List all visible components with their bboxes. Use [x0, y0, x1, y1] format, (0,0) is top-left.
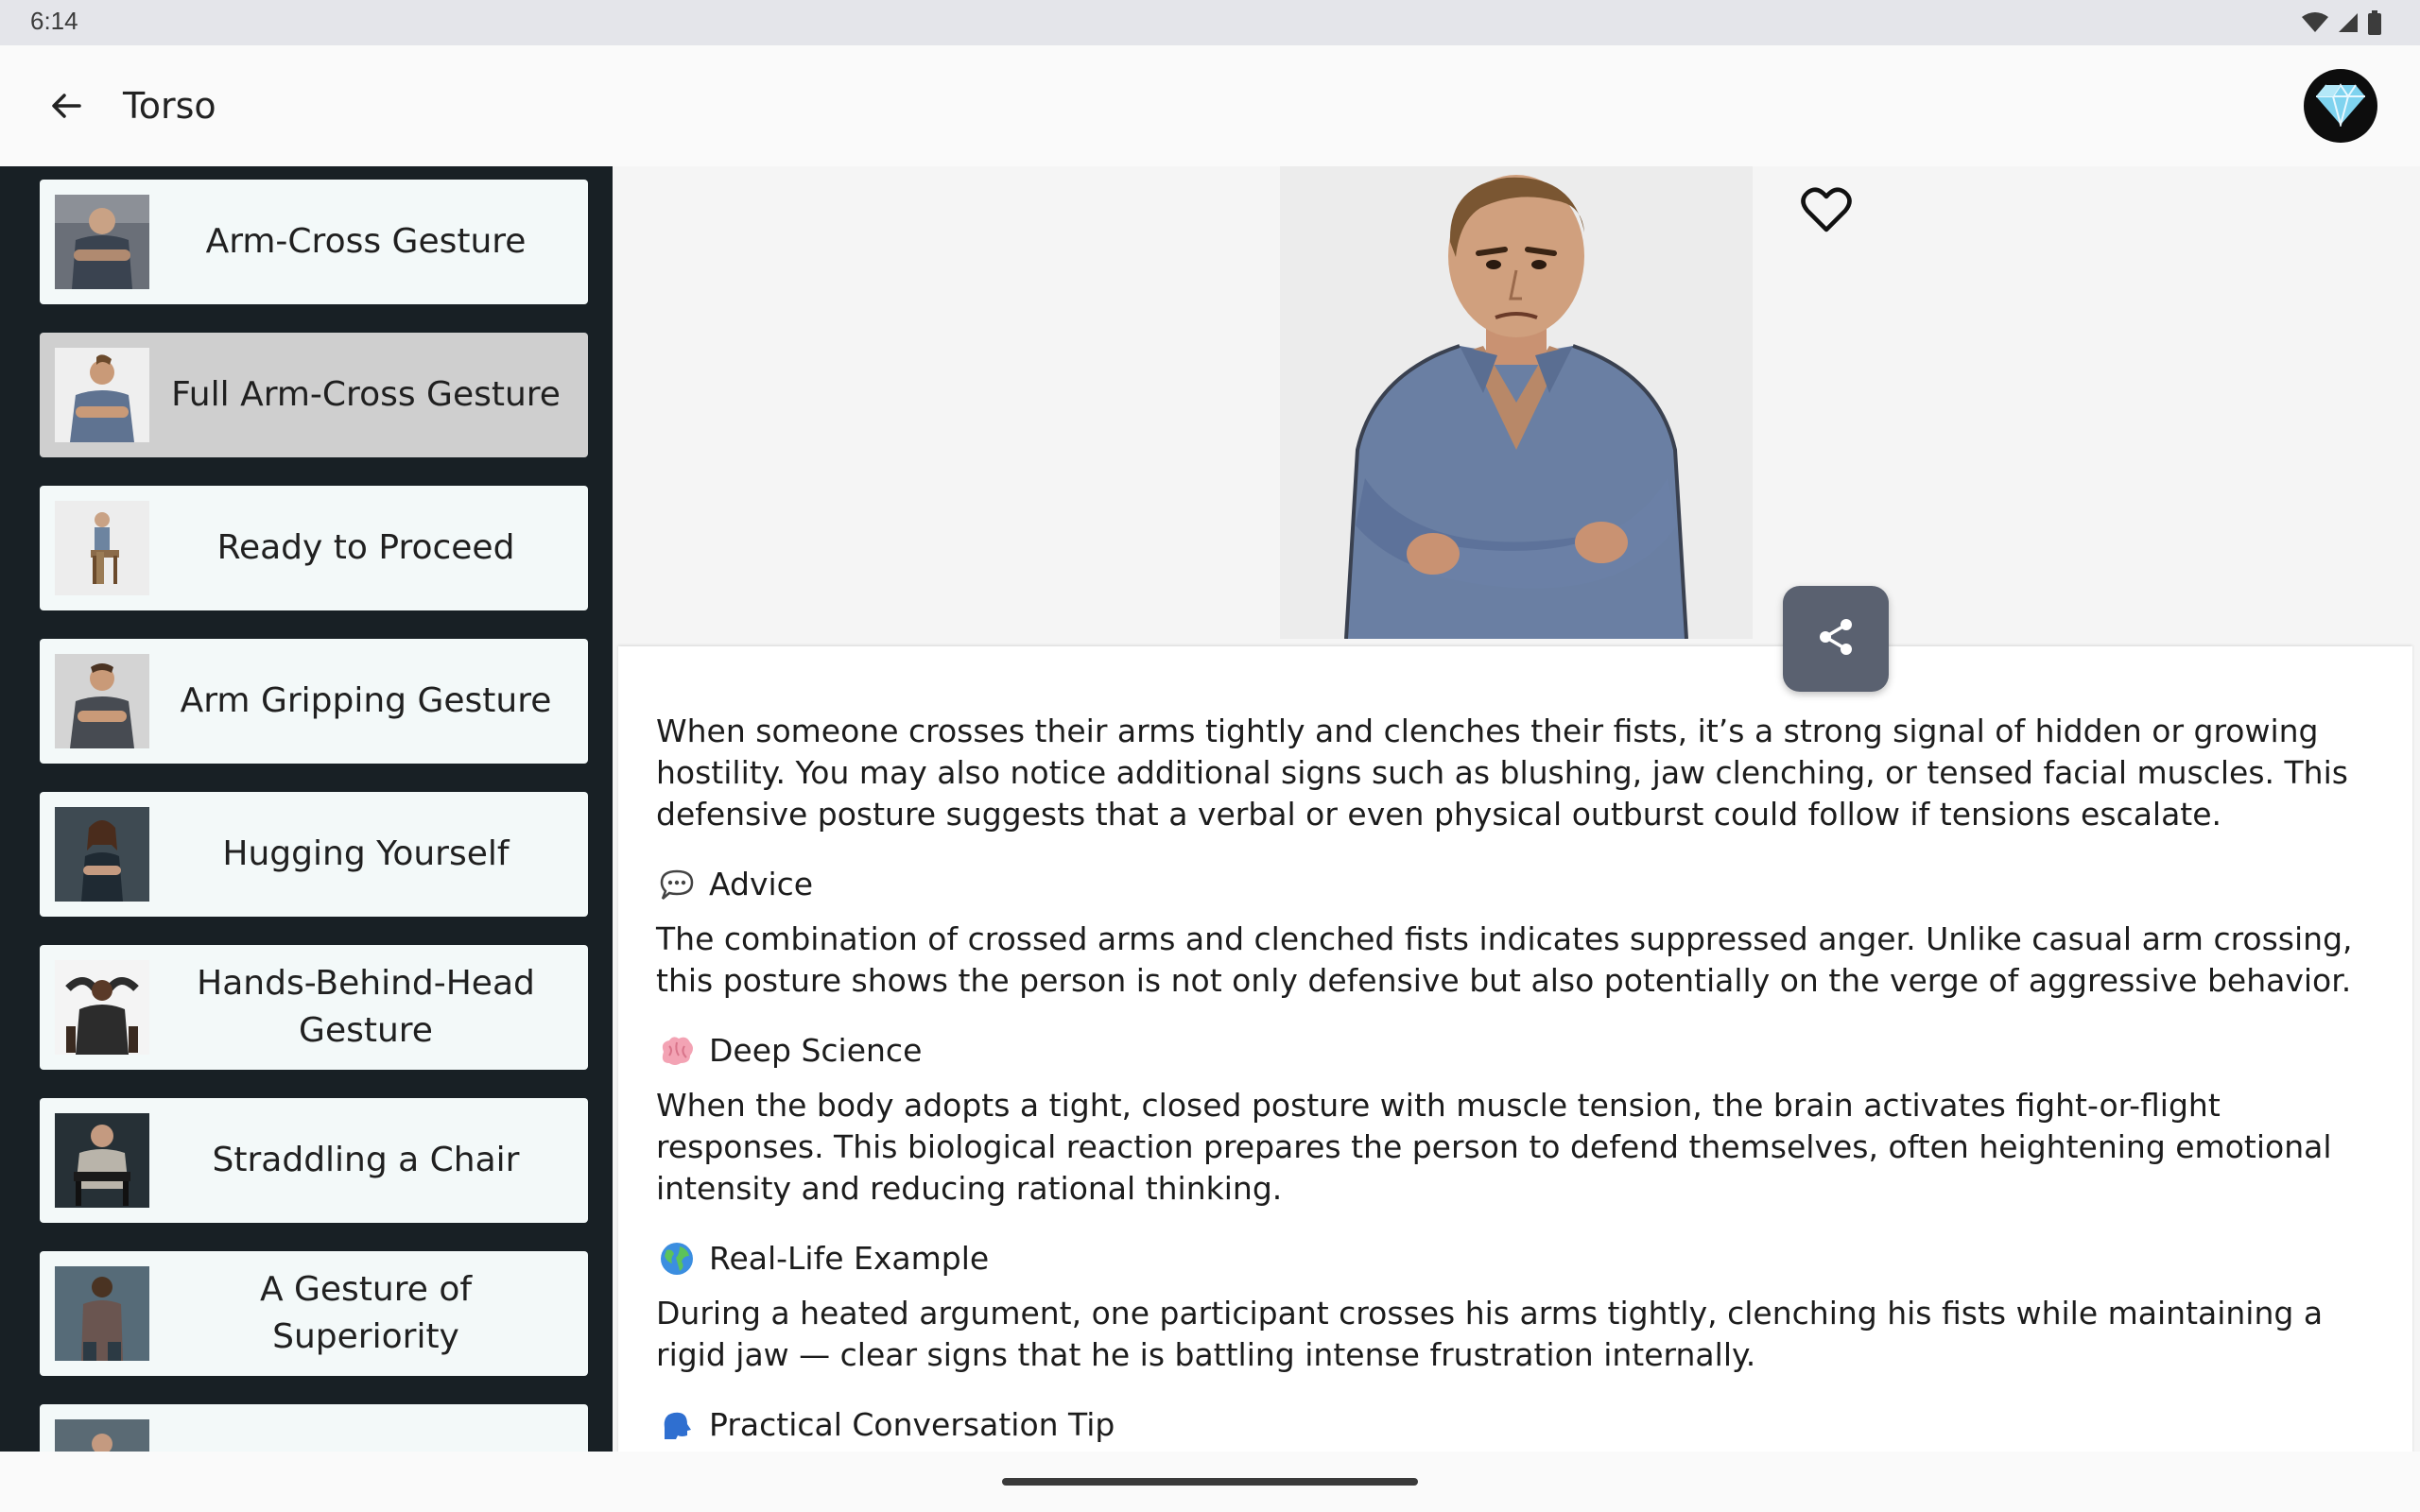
sidebar-item-hugging-yourself[interactable]: Hugging Yourself	[40, 792, 588, 917]
globe-icon	[656, 1238, 698, 1280]
section-text: The combination of crossed arms and clen…	[656, 920, 2353, 999]
share-icon	[1815, 616, 1857, 662]
thumbnail-image	[55, 807, 149, 902]
sidebar-item-label: A Gesture of Superiority	[259, 1270, 473, 1356]
section-heading-real-life-example: Real-Life Example	[656, 1238, 2377, 1280]
navigation-bar	[0, 1452, 2420, 1512]
thumbnail-image	[55, 1113, 149, 1208]
section-text: When the body adopts a tight, closed pos…	[656, 1087, 2332, 1207]
thumbnail-image	[55, 1266, 149, 1361]
sidebar-item-full-arm-cross-gesture[interactable]: Full Arm-Cross Gesture	[40, 333, 588, 457]
heart-outline-icon	[1801, 186, 1852, 237]
intro-text: When someone crosses their arms tightly …	[656, 713, 2348, 833]
favorite-button[interactable]	[1790, 176, 1862, 248]
sidebar-item-arm-cross-gesture[interactable]: Arm-Cross Gesture	[40, 180, 588, 304]
sidebar: Arm-Cross Gesture Full Arm-Cross Gesture…	[0, 166, 613, 1452]
thumbnail-image	[55, 348, 149, 442]
sidebar-item-straddling-a-chair[interactable]: Straddling a Chair	[40, 1098, 588, 1223]
section-heading-deep-science: Deep Science	[656, 1030, 2377, 1072]
section-title: Deep Science	[709, 1032, 923, 1069]
section-title: Practical Conversation Tip	[709, 1406, 1115, 1443]
sidebar-item-label: Ready to Proceed	[216, 528, 515, 567]
sidebar-item-label: Arm-Cross Gesture	[205, 222, 527, 261]
status-bar: 6:14	[0, 0, 2420, 45]
thumbnail-image	[55, 960, 149, 1055]
status-time: 6:14	[30, 7, 78, 35]
brain-icon	[656, 1030, 698, 1072]
section-title: Advice	[709, 866, 814, 902]
sidebar-item-label: Hands-Behind-Head Gesture	[197, 964, 535, 1050]
speaking-head-icon	[656, 1404, 698, 1446]
arrow-back-icon	[47, 87, 85, 129]
section-title: Real-Life Example	[709, 1240, 990, 1277]
sidebar-item-label: Arm Gripping Gesture	[180, 681, 552, 720]
page-title: Torso	[123, 85, 216, 127]
section-heading-advice: Advice	[656, 864, 2377, 905]
sidebar-item-label: Full Arm-Cross Gesture	[171, 375, 561, 414]
sidebar-item-a-gesture-of-superiority[interactable]: A Gesture of Superiority	[40, 1251, 588, 1376]
gesture-illustration	[1280, 166, 1753, 639]
section-text: During a heated argument, one participan…	[656, 1295, 2324, 1373]
sidebar-item-ready-to-proceed[interactable]: Ready to Proceed	[40, 486, 588, 610]
detail-pane: When someone crosses their arms tightly …	[613, 166, 2420, 1497]
description-card: When someone crosses their arms tightly …	[618, 646, 2412, 1497]
thumbnail-image	[55, 654, 149, 748]
section-heading-practical-conversation-tip: Practical Conversation Tip	[656, 1404, 2377, 1446]
share-button[interactable]	[1783, 586, 1889, 692]
sidebar-item-label	[163, 1404, 569, 1452]
sidebar-item-label: Straddling a Chair	[212, 1141, 520, 1179]
thumbnail-image	[55, 195, 149, 289]
speech-bubble-icon	[656, 864, 698, 905]
sidebar-item-arm-gripping-gesture[interactable]: Arm Gripping Gesture	[40, 639, 588, 764]
premium-button[interactable]	[2304, 69, 2377, 143]
thumbnail-image	[55, 1419, 149, 1452]
hero-area	[613, 166, 2420, 648]
description-content: When someone crosses their arms tightly …	[656, 711, 2377, 1459]
diamond-icon	[2314, 81, 2367, 130]
sidebar-item-hands-behind-head-gesture[interactable]: Hands-Behind-Head Gesture	[40, 945, 588, 1070]
home-gesture-handle[interactable]	[1002, 1478, 1418, 1486]
app-bar: Torso	[0, 45, 2420, 166]
cell-signal-icon	[2337, 11, 2360, 34]
wifi-icon	[2301, 11, 2329, 34]
status-icons	[2301, 9, 2382, 36]
sidebar-item-label: Hugging Yourself	[222, 834, 510, 873]
back-button[interactable]	[42, 83, 91, 132]
battery-icon	[2367, 10, 2382, 35]
thumbnail-image	[55, 501, 149, 595]
sidebar-item-partial[interactable]	[40, 1404, 588, 1452]
